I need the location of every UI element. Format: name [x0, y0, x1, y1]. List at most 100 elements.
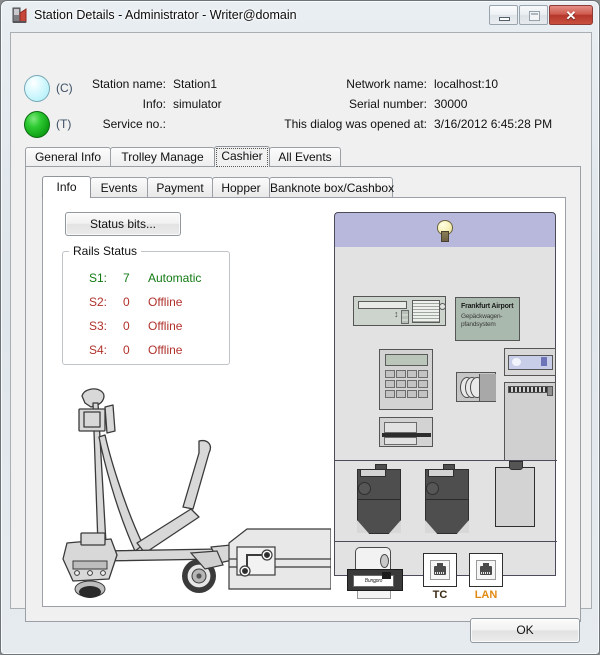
card-reader-slot-bottom [384, 437, 417, 445]
status-led-t-label: (T) [56, 117, 72, 131]
printer-head: Bungpro [347, 569, 403, 591]
network-name-value: localhost:10 [434, 77, 499, 91]
keypad-key [385, 370, 395, 378]
keypad-lcd [385, 354, 428, 366]
tab-payment-label: Payment [156, 181, 204, 195]
sign-line-2: Gepäckwagen- [461, 313, 503, 320]
machine-divider [335, 460, 557, 461]
ok-button[interactable]: OK [470, 618, 580, 643]
rail-s4-status: Offline [148, 343, 183, 357]
machine-diagram: ↕ Frankfurt Airport Gepäckwagen- pfandsy… [334, 212, 557, 601]
keypad-key [396, 380, 406, 388]
hopper-line [425, 499, 469, 500]
tab-all-events-label: All Events [278, 150, 332, 164]
keypad-key [385, 390, 395, 398]
title-bar[interactable]: Station Details - Administrator - Writer… [1, 1, 599, 30]
keypad-key [407, 390, 417, 398]
status-led-c [24, 75, 50, 102]
info-label: Info: [142, 97, 166, 111]
rj45-icon [430, 560, 450, 580]
tab-all-events[interactable]: All Events [269, 147, 341, 167]
keypad-key [418, 380, 428, 388]
maximize-button[interactable] [519, 5, 548, 25]
tab-banknote-box-cashbox-label: Banknote box/Cashbox [270, 181, 395, 195]
display-arrow-icon: ↕ [394, 309, 399, 319]
status-bits-button[interactable]: Status bits... [65, 212, 181, 236]
hopper-lid [360, 469, 386, 477]
lightbulb-base-icon [441, 231, 449, 242]
keypad-key [407, 370, 417, 378]
machine-header-panel [334, 212, 556, 248]
serial-number-label: Serial number: [348, 97, 427, 111]
keypad-key [418, 370, 428, 378]
rail-s1-name: S1: [89, 271, 108, 285]
info-tab-panel: Status bits... Rails Status S1: 7 Automa… [42, 197, 566, 607]
tab-focus-ring [216, 148, 268, 167]
sign-line-3: pfandsystem [461, 321, 496, 328]
status-led-c-label: (C) [56, 81, 73, 95]
rail-s2-count: 0 [123, 295, 130, 309]
card-reader-unit [379, 417, 433, 447]
tab-banknote-box-cashbox[interactable]: Banknote box/Cashbox [269, 177, 395, 198]
rails-status-group [62, 251, 230, 365]
coin-module-side [479, 374, 496, 401]
outer-tab-strip[interactable]: General Info Trolley Manage Cashier All … [25, 146, 581, 167]
keypad-key [407, 380, 417, 388]
tab-general-info[interactable]: General Info [25, 147, 111, 167]
keypad-key [418, 390, 428, 398]
dialog-opened-value: 3/16/2012 6:45:28 PM [434, 117, 553, 131]
close-icon: ✕ [565, 8, 577, 23]
maximize-icon [529, 11, 540, 21]
info-value: simulator [173, 97, 222, 111]
keypad-unit [379, 349, 433, 410]
rail-s3-name: S3: [89, 319, 108, 333]
tab-trolley-manage[interactable]: Trolley Manage [110, 147, 215, 167]
tab-events-label: Events [100, 181, 138, 195]
banknote-indicator [512, 358, 521, 366]
keypad-key [396, 390, 406, 398]
tab-events[interactable]: Events [90, 177, 148, 198]
hopper-lid [428, 469, 454, 477]
rail-s4-name: S4: [89, 343, 108, 357]
display-keys [401, 310, 409, 324]
port-tc-label: TC [432, 589, 448, 601]
dialog-client-area: (C) (T) Station name: Station1 Info: sim… [10, 32, 592, 622]
station-name-label: Station name: [91, 77, 166, 91]
tab-info[interactable]: Info [42, 176, 91, 198]
keypad-grid [385, 370, 429, 406]
tab-hopper[interactable]: Hopper [212, 177, 270, 198]
minimize-button[interactable] [489, 5, 518, 25]
hopper-unit-1 [357, 464, 401, 540]
tab-general-info-label: General Info [34, 150, 102, 164]
app-icon [12, 7, 27, 23]
port-lan [469, 553, 503, 587]
banknote-stacker [504, 382, 556, 461]
status-led-t [24, 111, 50, 138]
inner-tab-strip[interactable]: Info Events Payment Hopper Banknote box/… [42, 176, 566, 198]
hopper-line [357, 499, 401, 500]
dialog-opened-label: This dialog was opened at: [284, 117, 427, 131]
rails-status-title: Rails Status [69, 244, 142, 258]
printer-roll-core [380, 554, 389, 568]
tab-trolley-manage-label: Trolley Manage [121, 150, 204, 164]
window-title: Station Details - Administrator - Writer… [34, 8, 297, 22]
network-name-label: Network name: [346, 77, 427, 91]
keypad-key [396, 370, 406, 378]
rail-s1-count: 7 [123, 271, 130, 285]
close-button[interactable]: ✕ [549, 5, 593, 25]
rail-s1-status: Automatic [148, 271, 202, 285]
cashbox-handle [509, 461, 523, 470]
display-slot [358, 301, 407, 309]
stacker-tab [547, 386, 553, 396]
banknote-acceptor [504, 348, 556, 376]
port-lan-label: LAN [474, 589, 498, 601]
printer-marker [382, 572, 391, 579]
minimize-icon [499, 17, 510, 21]
cashbox-unit [495, 461, 535, 527]
tab-info-label: Info [56, 180, 77, 194]
keypad-key [385, 380, 395, 388]
rail-s4-count: 0 [123, 343, 130, 357]
port-tc [423, 553, 457, 587]
tab-payment[interactable]: Payment [147, 177, 213, 198]
tab-cashier[interactable]: Cashier [214, 146, 270, 167]
